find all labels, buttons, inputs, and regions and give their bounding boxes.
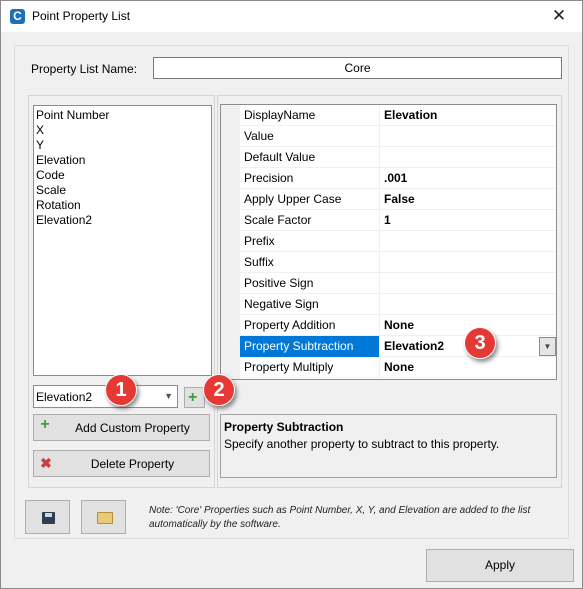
grid-row[interactable]: DisplayName Elevation: [240, 105, 556, 126]
grid-row[interactable]: Property Subtraction Elevation2: [240, 336, 556, 357]
save-button[interactable]: [25, 500, 70, 534]
window-title: Point Property List: [32, 9, 131, 23]
grid-row[interactable]: Default Value: [240, 147, 556, 168]
grid-cell-value[interactable]: [380, 294, 556, 315]
grid-row[interactable]: Value: [240, 126, 556, 147]
list-item[interactable]: Elevation2: [36, 213, 209, 228]
combo-value: Elevation2: [36, 390, 93, 404]
grid-cell-value[interactable]: [380, 231, 556, 252]
add-custom-property-button[interactable]: + Add Custom Property: [33, 414, 210, 441]
grid-cell-value[interactable]: 1: [380, 210, 556, 231]
list-item[interactable]: Y: [36, 138, 209, 153]
civil-app-icon: C: [10, 9, 25, 24]
grid-cell-value[interactable]: .001: [380, 168, 556, 189]
grid-row[interactable]: Negative Sign: [240, 294, 556, 315]
delete-property-label: Delete Property: [90, 457, 175, 471]
property-listbox[interactable]: Point Number X Y Elevation Code Scale Ro…: [33, 105, 212, 376]
property-list-name-field[interactable]: Core: [153, 57, 562, 79]
callout-badge-1: 1: [105, 374, 137, 406]
grid-row[interactable]: Property Multiply None: [240, 357, 556, 378]
grid-cell-name: Positive Sign: [240, 273, 380, 294]
list-item[interactable]: Elevation: [36, 153, 209, 168]
apply-button[interactable]: Apply: [426, 549, 574, 582]
grid-cell-value[interactable]: [380, 126, 556, 147]
grid-cell-name: Property Multiply: [240, 357, 380, 378]
grid-cell-value[interactable]: [380, 252, 556, 273]
point-property-list-window: C Point Property List ✕ Property List Na…: [0, 0, 583, 589]
grid-cell-name: Prefix: [240, 231, 380, 252]
title-bar: C Point Property List ✕: [1, 1, 582, 32]
add-property-small-button[interactable]: +: [184, 387, 205, 408]
grid-row[interactable]: Property Addition None: [240, 315, 556, 336]
help-description: Specify another property to subtract to …: [224, 437, 500, 451]
callout-badge-3: 3: [464, 327, 496, 359]
grid-cell-value[interactable]: None: [380, 357, 556, 378]
delete-x-icon: ✖: [40, 455, 52, 471]
grid-cell-name: Suffix: [240, 252, 380, 273]
list-item[interactable]: Code: [36, 168, 209, 183]
grid-row[interactable]: Scale Factor 1: [240, 210, 556, 231]
delete-property-button[interactable]: ✖ Delete Property: [33, 450, 210, 477]
grid-row[interactable]: Precision .001: [240, 168, 556, 189]
chevron-down-icon[interactable]: ▼: [164, 391, 173, 401]
plus-icon: +: [40, 416, 50, 433]
grid-gutter: [221, 105, 240, 379]
grid-cell-name: Scale Factor: [240, 210, 380, 231]
grid-cell-value[interactable]: [380, 147, 556, 168]
grid-cell-value[interactable]: Elevation: [380, 105, 556, 126]
property-list-name-label: Property List Name:: [31, 62, 138, 76]
list-item[interactable]: X: [36, 123, 209, 138]
grid-cell-name: Apply Upper Case: [240, 189, 380, 210]
list-item[interactable]: Scale: [36, 183, 209, 198]
grid-cell-name: Default Value: [240, 147, 380, 168]
grid-cell-value[interactable]: [380, 273, 556, 294]
help-title: Property Subtraction: [224, 420, 344, 434]
list-item[interactable]: Point Number: [36, 108, 209, 123]
note-text: Note: 'Core' Properties such as Point Nu…: [149, 505, 531, 530]
open-button[interactable]: [81, 500, 126, 534]
grid-cell-name: Precision: [240, 168, 380, 189]
chevron-down-icon[interactable]: ▼: [539, 337, 556, 356]
save-icon: [42, 512, 55, 524]
grid-cell-name: Negative Sign: [240, 294, 380, 315]
grid-cell-name: DisplayName: [240, 105, 380, 126]
callout-badge-2: 2: [203, 374, 235, 406]
grid-row[interactable]: Positive Sign: [240, 273, 556, 294]
list-item[interactable]: Rotation: [36, 198, 209, 213]
property-help-panel: Property Subtraction Specify another pro…: [220, 414, 557, 478]
close-icon[interactable]: ✕: [549, 6, 569, 26]
add-custom-property-label: Add Custom Property: [75, 421, 190, 435]
grid-row[interactable]: Prefix: [240, 231, 556, 252]
grid-cell-name: Value: [240, 126, 380, 147]
grid-cell-value[interactable]: False: [380, 189, 556, 210]
grid-cell-name: Property Subtraction: [240, 336, 380, 357]
grid-row[interactable]: Suffix: [240, 252, 556, 273]
property-grid[interactable]: DisplayName Elevation Value Default Value Pr…: [220, 104, 557, 380]
grid-row[interactable]: Apply Upper Case False: [240, 189, 556, 210]
grid-cell-name: Property Addition: [240, 315, 380, 336]
folder-icon: [97, 512, 113, 524]
plus-icon: +: [188, 389, 198, 406]
